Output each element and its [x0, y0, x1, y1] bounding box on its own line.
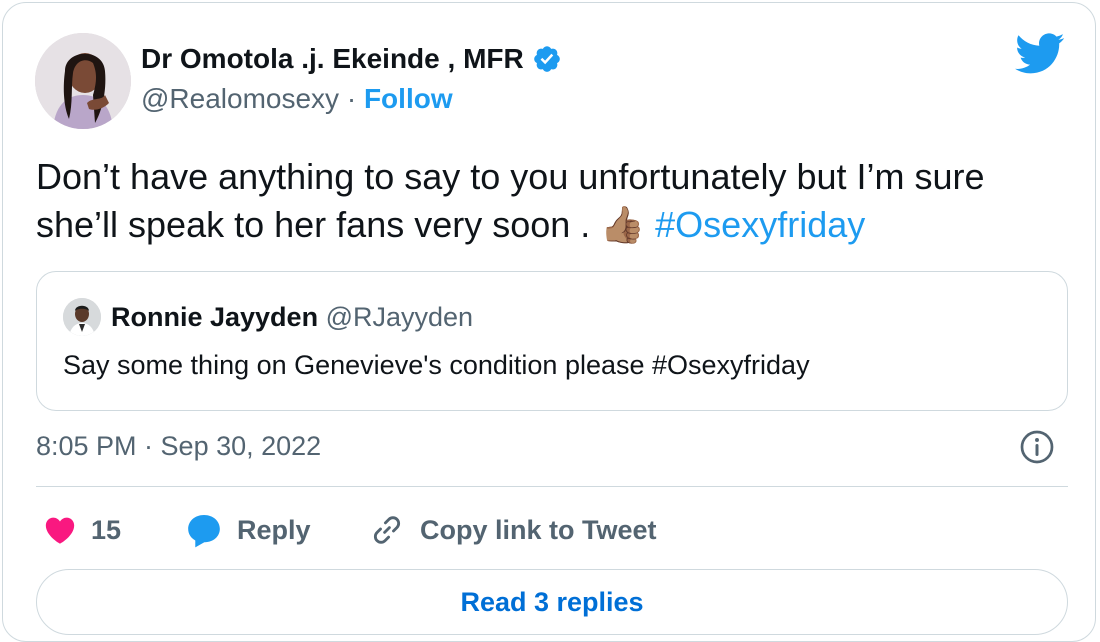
like-count: 15 — [91, 514, 122, 545]
tweet-timestamp[interactable]: 8:05 PM · Sep 30, 2022 — [36, 431, 321, 462]
copy-link-button[interactable]: Copy link to Tweet — [368, 508, 657, 552]
read-replies-button[interactable]: Read 3 replies — [36, 569, 1068, 635]
tweet-card: Dr Omotola .j. Ekeinde , MFR @Realomosex… — [2, 2, 1096, 642]
divider — [36, 486, 1068, 487]
quoted-author-handle: @RJayyden — [325, 302, 474, 332]
info-icon[interactable] — [1019, 429, 1055, 465]
author-handle[interactable]: @Realomosexy — [141, 83, 339, 114]
follow-button[interactable]: Follow — [364, 83, 453, 114]
tweet-text: Don’t have anything to say to you unfort… — [36, 153, 1076, 249]
quoted-tweet[interactable]: Ronnie Jayyden @RJayyden Say some thing … — [36, 271, 1068, 411]
copy-link-label: Copy link to Tweet — [420, 514, 657, 545]
thumbs-up-icon: 👍🏽 — [600, 204, 646, 245]
quoted-header: Ronnie Jayyden @RJayyden — [111, 302, 473, 333]
twitter-bird-icon[interactable] — [1015, 33, 1065, 75]
author-name[interactable]: Dr Omotola .j. Ekeinde , MFR — [141, 43, 524, 75]
link-icon — [373, 516, 401, 544]
heart-icon — [45, 517, 75, 544]
handle-separator: · — [346, 83, 357, 114]
verified-badge-icon — [533, 46, 560, 72]
quoted-tweet-text: Say some thing on Genevieve's condition … — [63, 350, 810, 380]
quoted-author-name: Ronnie Jayyden — [111, 302, 319, 332]
quoted-avatar-image — [63, 298, 101, 336]
reply-bubble-icon — [188, 514, 220, 548]
reply-label: Reply — [237, 514, 311, 545]
author-avatar-image — [35, 33, 131, 129]
reply-button[interactable]: Reply — [185, 508, 311, 552]
author-name-row[interactable]: Dr Omotola .j. Ekeinde , MFR — [141, 43, 562, 75]
like-button[interactable]: 15 — [43, 508, 121, 552]
author-handle-row: @Realomosexy · Follow — [141, 83, 453, 115]
hashtag-link[interactable]: #Osexyfriday — [655, 204, 865, 245]
quoted-author-avatar — [63, 298, 101, 336]
author-avatar[interactable] — [35, 33, 131, 129]
